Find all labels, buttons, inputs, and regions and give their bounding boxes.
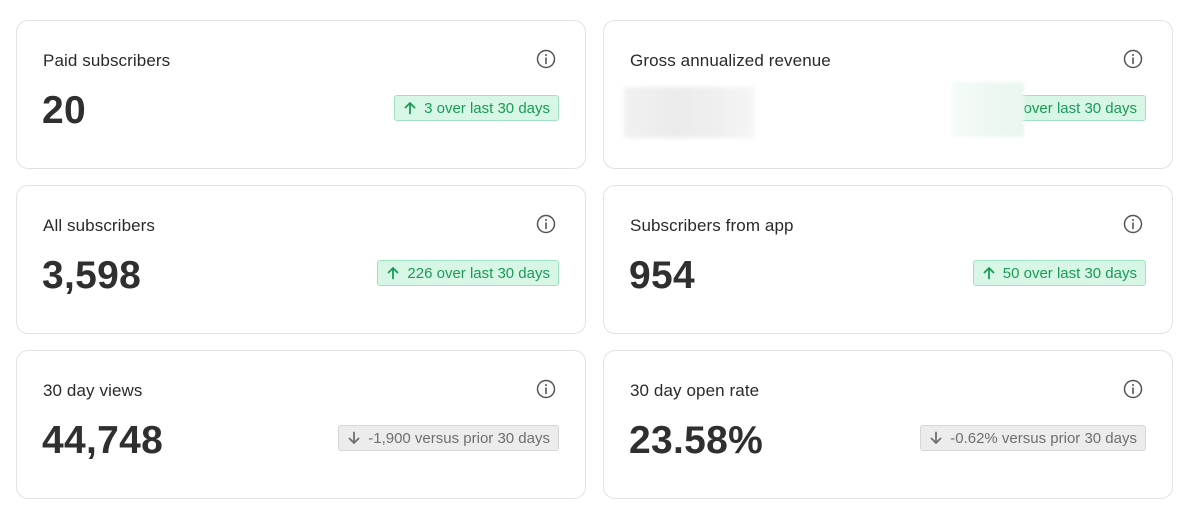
info-icon[interactable] — [1123, 379, 1143, 399]
change-text: 226 over last 30 days — [407, 264, 550, 282]
stat-card-30-day-open-rate: 30 day open rate 23.58% -0.62% versus pr… — [603, 350, 1173, 499]
stat-card-paid-subscribers: Paid subscribers 20 3 over last 30 days — [16, 20, 586, 169]
stat-label: All subscribers — [43, 216, 156, 235]
redacted-value — [624, 87, 755, 138]
stat-value: 20 — [42, 89, 86, 132]
stat-value: 44,748 — [42, 419, 164, 462]
stat-value: 23.58% — [629, 419, 764, 462]
arrow-up-icon — [983, 267, 995, 280]
stat-card-gross-annualized-revenue: Gross annualized revenue over last 30 da… — [603, 20, 1173, 169]
change-text: -1,900 versus prior 30 days — [368, 429, 550, 447]
info-icon[interactable] — [1123, 49, 1143, 69]
change-badge: 3 over last 30 days — [394, 95, 559, 121]
change-text: -0.62% versus prior 30 days — [950, 429, 1137, 447]
change-text: 50 over last 30 days — [1002, 264, 1137, 282]
change-badge: 50 over last 30 days — [972, 260, 1146, 286]
info-icon[interactable] — [1123, 214, 1143, 234]
stat-card-30-day-views: 30 day views 44,748 -1,900 versus prior … — [16, 350, 586, 499]
stat-card-subscribers-from-app: Subscribers from app 954 50 over last 30… — [603, 185, 1173, 334]
change-badge: over last 30 days — [1018, 95, 1146, 121]
stat-label: 30 day open rate — [630, 381, 760, 400]
stat-value: 954 — [629, 254, 695, 297]
stat-label: 30 day views — [43, 381, 143, 400]
arrow-down-icon — [348, 431, 360, 444]
change-text: 3 over last 30 days — [424, 99, 550, 117]
arrow-up-icon — [388, 267, 399, 280]
change-badge: -1,900 versus prior 30 days — [338, 425, 559, 451]
stat-value: 3,598 — [42, 254, 142, 297]
info-icon[interactable] — [536, 214, 556, 234]
change-text: over last 30 days — [1023, 99, 1137, 117]
stat-label: Paid subscribers — [43, 51, 171, 70]
stat-card-all-subscribers: All subscribers 3,598 226 over last 30 d… — [16, 185, 586, 334]
info-icon[interactable] — [536, 49, 556, 69]
redacted-change — [952, 82, 1024, 137]
stat-label: Subscribers from app — [630, 216, 794, 235]
change-badge: 226 over last 30 days — [377, 260, 559, 286]
info-icon[interactable] — [536, 379, 556, 399]
stat-label: Gross annualized revenue — [630, 51, 831, 70]
arrow-down-icon — [930, 431, 942, 444]
arrow-up-icon — [404, 102, 416, 115]
change-badge: -0.62% versus prior 30 days — [920, 425, 1146, 451]
